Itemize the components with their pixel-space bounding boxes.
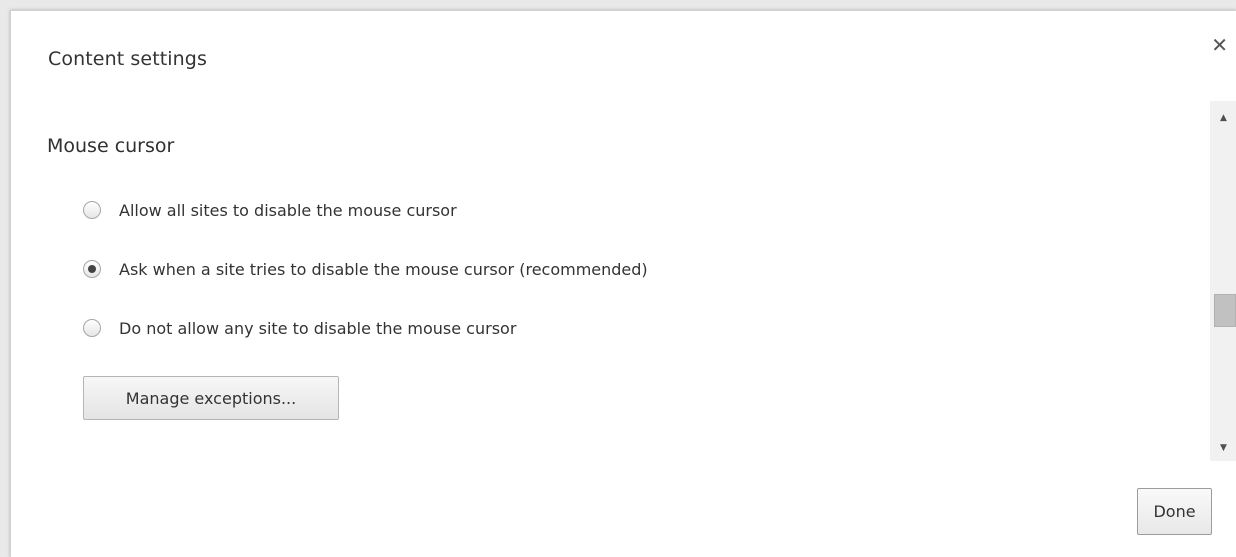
radio-button[interactable] (83, 319, 101, 337)
section-title: Mouse cursor (47, 135, 175, 157)
scroll-down-icon[interactable]: ▼ (1210, 439, 1236, 457)
dialog-title: Content settings (48, 48, 207, 70)
radio-label: Do not allow any site to disable the mou… (119, 318, 517, 338)
close-icon[interactable]: ✕ (1211, 35, 1228, 55)
done-button[interactable]: Done (1137, 488, 1212, 535)
radio-button[interactable] (83, 201, 101, 219)
content-settings-dialog: Content settings ✕ Mouse cursor Allow al… (10, 10, 1236, 557)
scroll-up-icon[interactable]: ▲ (1210, 109, 1236, 127)
radio-option-block[interactable]: Do not allow any site to disable the mou… (83, 316, 516, 340)
radio-option-ask[interactable]: Ask when a site tries to disable the mou… (83, 257, 648, 281)
vertical-scrollbar[interactable]: ▲ ▼ (1210, 101, 1236, 461)
manage-exceptions-button[interactable]: Manage exceptions... (83, 376, 339, 420)
scroll-thumb[interactable] (1214, 294, 1236, 327)
radio-label: Allow all sites to disable the mouse cur… (119, 200, 457, 220)
settings-content: Mouse cursor Allow all sites to disable … (11, 101, 1211, 461)
radio-label: Ask when a site tries to disable the mou… (119, 259, 648, 279)
radio-option-allow[interactable]: Allow all sites to disable the mouse cur… (83, 198, 457, 222)
radio-button[interactable] (83, 260, 101, 278)
